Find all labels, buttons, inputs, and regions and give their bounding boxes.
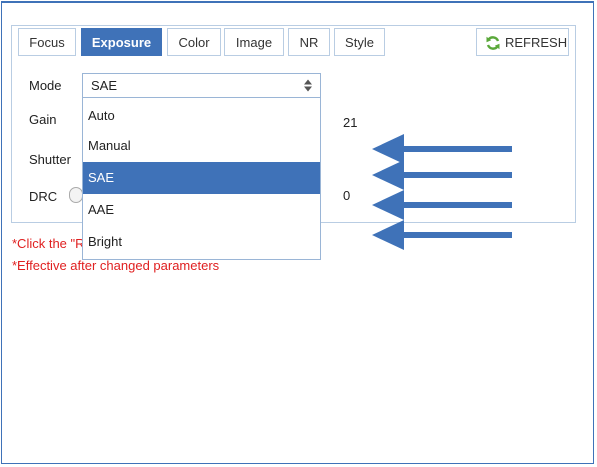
mode-label: Mode — [29, 78, 62, 93]
arrow-icon — [372, 220, 512, 250]
tab-exposure[interactable]: Exposure — [81, 28, 162, 56]
refresh-button[interactable]: REFRESH — [476, 28, 569, 56]
arrow-icon — [372, 190, 512, 220]
refresh-icon — [486, 36, 500, 50]
option-sae[interactable]: SAE — [83, 162, 320, 194]
option-bright[interactable]: Bright — [83, 226, 320, 258]
drc-slider-handle[interactable] — [69, 187, 83, 203]
tab-color[interactable]: Color — [167, 28, 221, 56]
mode-select[interactable]: SAE — [82, 73, 321, 98]
drc-value: 0 — [343, 188, 351, 203]
tab-focus[interactable]: Focus — [18, 28, 76, 56]
option-auto[interactable]: Auto — [83, 100, 320, 132]
gain-label: Gain — [29, 112, 57, 127]
mode-dropdown-list[interactable]: Auto Manual SAE AAE Bright — [82, 97, 321, 260]
shutter-label: Shutter — [29, 152, 71, 167]
effective-note: *Effective after changed parameters — [12, 258, 220, 273]
arrow-icon — [372, 160, 512, 190]
tab-image[interactable]: Image — [224, 28, 284, 56]
select-arrows-icon — [304, 79, 312, 92]
option-manual[interactable]: Manual — [83, 130, 320, 162]
click-note: *Click the "R — [12, 236, 85, 251]
drc-label: DRC — [29, 189, 58, 204]
tab-style[interactable]: Style — [334, 28, 385, 56]
gain-value: 21 — [343, 115, 358, 130]
refresh-label: REFRESH — [505, 35, 568, 50]
mode-selected-value: SAE — [91, 78, 118, 93]
tab-nr[interactable]: NR — [288, 28, 330, 56]
option-aae[interactable]: AAE — [83, 194, 320, 226]
